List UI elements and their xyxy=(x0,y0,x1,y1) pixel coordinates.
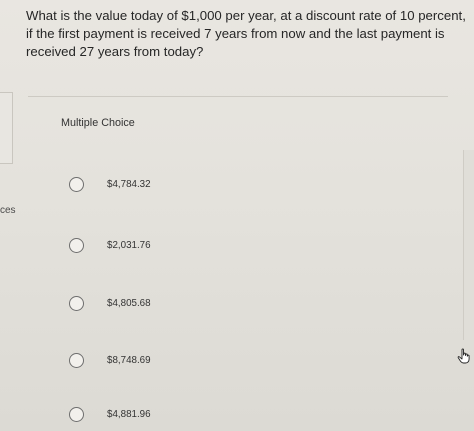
radio-button[interactable] xyxy=(69,177,84,192)
answer-option-1[interactable]: $4,784.32 xyxy=(69,177,151,192)
option-label: $2,031.76 xyxy=(107,240,151,251)
left-side-panel xyxy=(0,92,13,164)
radio-button[interactable] xyxy=(69,296,84,311)
question-text: What is the value today of $1,000 per ye… xyxy=(26,8,466,59)
radio-button[interactable] xyxy=(69,407,84,422)
radio-button[interactable] xyxy=(69,353,84,368)
right-side-strip xyxy=(463,150,474,340)
option-label: $4,881.96 xyxy=(107,409,151,420)
hand-pointer-icon xyxy=(457,348,470,364)
multiple-choice-label: Multiple Choice xyxy=(61,117,135,129)
option-label: $8,748.69 xyxy=(107,355,151,366)
answer-option-4[interactable]: $8,748.69 xyxy=(69,353,151,368)
answer-option-5[interactable]: $4,881.96 xyxy=(69,407,151,422)
option-label: $4,784.32 xyxy=(107,179,151,190)
left-panel-text: ces xyxy=(0,205,16,216)
answer-option-2[interactable]: $2,031.76 xyxy=(69,238,151,253)
answer-option-3[interactable]: $4,805.68 xyxy=(69,296,151,311)
divider xyxy=(28,96,448,97)
option-label: $4,805.68 xyxy=(107,298,151,309)
radio-button[interactable] xyxy=(69,238,84,253)
